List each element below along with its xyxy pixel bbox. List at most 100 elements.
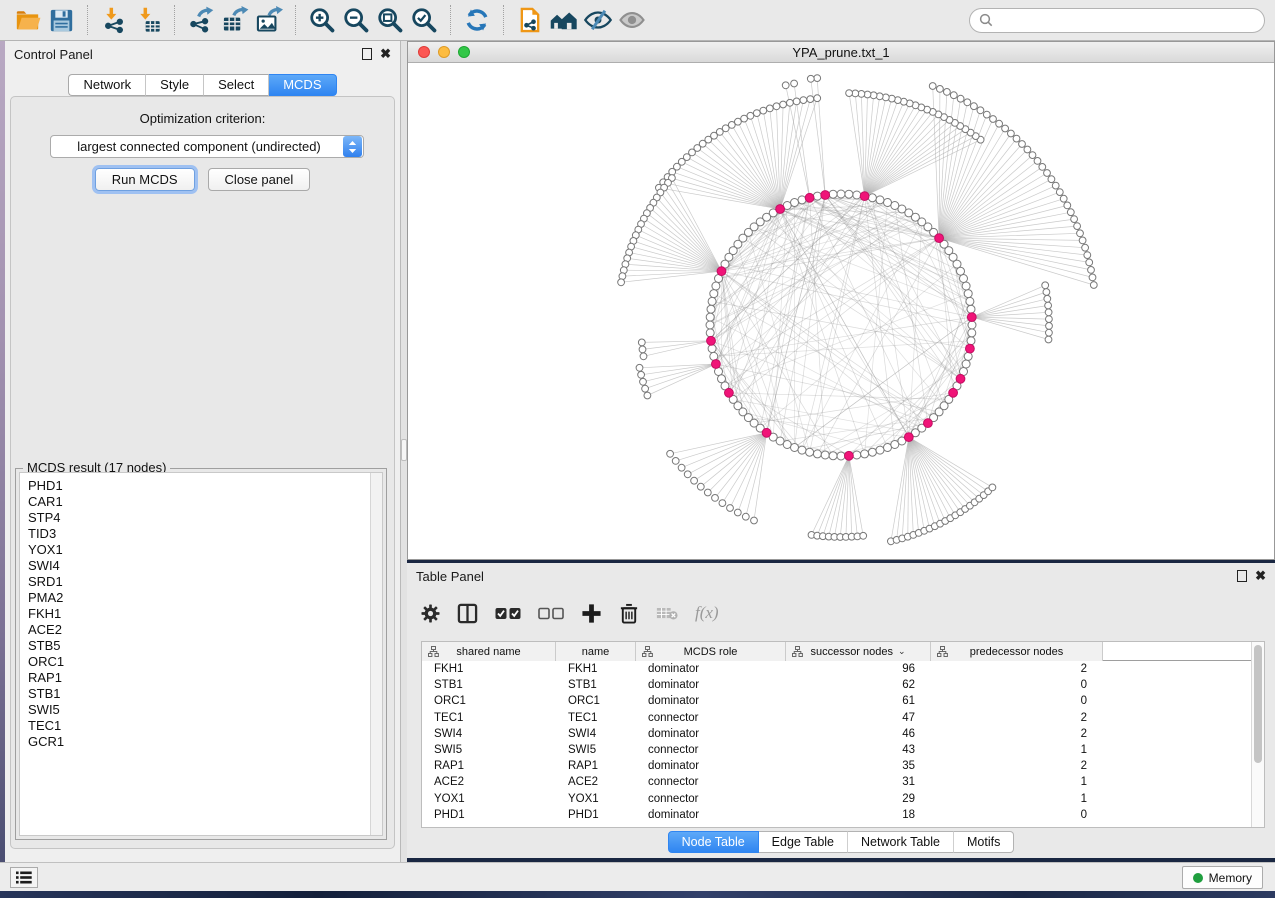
mcds-hub-node[interactable] <box>949 388 958 397</box>
cell-successor_nodes[interactable]: 96 <box>786 663 931 675</box>
table-row[interactable]: STB1STB1dominator620 <box>422 677 1251 693</box>
network-edge[interactable] <box>872 379 960 452</box>
network-node[interactable] <box>1088 267 1095 274</box>
network-node[interactable] <box>884 199 892 207</box>
network-edge[interactable] <box>865 140 981 196</box>
network-node[interactable] <box>814 75 821 82</box>
cell-shared_name[interactable]: SWI4 <box>422 728 556 740</box>
cell-successor_nodes[interactable]: 47 <box>786 712 931 724</box>
network-node[interactable] <box>989 484 996 491</box>
tab-mcds[interactable]: MCDS <box>269 74 336 96</box>
network-node[interactable] <box>957 95 964 102</box>
network-node[interactable] <box>837 452 845 460</box>
deselect-all-icon[interactable] <box>538 607 564 620</box>
network-edge[interactable] <box>909 437 961 512</box>
network-node[interactable] <box>968 321 976 329</box>
cell-successor_nodes[interactable]: 35 <box>786 760 931 772</box>
cell-name[interactable]: YOX1 <box>556 793 636 805</box>
mcds-hub-node[interactable] <box>707 336 716 345</box>
tab-motifs[interactable]: Motifs <box>954 831 1014 853</box>
table-row[interactable]: RAP1RAP1dominator352 <box>422 758 1251 774</box>
network-node[interactable] <box>1086 259 1093 266</box>
delete-column-icon[interactable] <box>656 606 678 621</box>
network-node[interactable] <box>929 83 936 90</box>
network-edge[interactable] <box>722 271 928 423</box>
cell-mcds_role[interactable]: dominator <box>636 679 786 691</box>
scrollbar-thumb[interactable] <box>1254 645 1262 763</box>
cell-name[interactable]: PHD1 <box>556 809 636 821</box>
cell-mcds_role[interactable]: connector <box>636 744 786 756</box>
network-node[interactable] <box>678 464 685 471</box>
network-node[interactable] <box>944 89 951 96</box>
network-node[interactable] <box>1071 216 1078 223</box>
add-icon[interactable] <box>581 603 602 624</box>
result-item[interactable]: SWI5 <box>28 702 382 718</box>
network-node[interactable] <box>640 378 647 385</box>
network-node[interactable] <box>1082 244 1089 251</box>
columns-icon[interactable] <box>457 603 478 624</box>
open-session-icon[interactable] <box>10 4 44 36</box>
network-node[interactable] <box>1045 309 1052 316</box>
network-file-icon[interactable] <box>513 4 547 36</box>
network-edge[interactable] <box>738 122 780 209</box>
result-item[interactable]: TEC1 <box>28 718 382 734</box>
cell-mcds_role[interactable]: dominator <box>636 695 786 707</box>
network-node[interactable] <box>760 107 767 114</box>
network-node[interactable] <box>1044 295 1051 302</box>
table-row[interactable]: ORC1ORC1dominator610 <box>422 693 1251 709</box>
network-node[interactable] <box>793 98 800 105</box>
cell-shared_name[interactable]: SWI5 <box>422 744 556 756</box>
tab-edge-table[interactable]: Edge Table <box>759 831 848 853</box>
network-node[interactable] <box>691 477 698 484</box>
result-item[interactable]: ACE2 <box>28 622 382 638</box>
network-node[interactable] <box>1046 316 1053 323</box>
network-node[interactable] <box>727 505 734 512</box>
network-node[interactable] <box>853 191 861 199</box>
network-node[interactable] <box>1060 195 1067 202</box>
network-node[interactable] <box>990 116 997 123</box>
cell-name[interactable]: SWI5 <box>556 744 636 756</box>
network-node[interactable] <box>977 107 984 114</box>
float-panel-icon[interactable] <box>362 48 372 60</box>
network-node[interactable] <box>644 392 651 399</box>
import-table-icon[interactable] <box>131 4 165 36</box>
cell-name[interactable]: RAP1 <box>556 760 636 772</box>
network-node[interactable] <box>845 190 853 198</box>
select-all-icon[interactable] <box>495 607 521 620</box>
cell-successor_nodes[interactable]: 46 <box>786 728 931 740</box>
cell-mcds_role[interactable]: connector <box>636 776 786 788</box>
network-edge[interactable] <box>760 264 957 428</box>
network-node[interactable] <box>706 313 714 321</box>
result-item[interactable]: YOX1 <box>28 542 382 558</box>
network-node[interactable] <box>962 360 970 368</box>
cell-name[interactable]: ORC1 <box>556 695 636 707</box>
network-node[interactable] <box>706 329 714 337</box>
network-graph[interactable] <box>408 63 1274 559</box>
network-edge[interactable] <box>692 152 780 209</box>
network-node[interactable] <box>706 321 714 329</box>
result-item[interactable]: FKH1 <box>28 606 382 622</box>
result-item[interactable]: ORC1 <box>28 654 382 670</box>
network-node[interactable] <box>1042 282 1049 289</box>
network-node[interactable] <box>787 99 794 106</box>
cell-mcds_role[interactable]: connector <box>636 793 786 805</box>
tab-network-table[interactable]: Network Table <box>848 831 954 853</box>
table-scrollbar[interactable] <box>1251 642 1264 827</box>
network-edge[interactable] <box>897 437 909 540</box>
save-session-icon[interactable] <box>44 4 78 36</box>
float-panel-icon[interactable] <box>1237 570 1247 582</box>
network-node[interactable] <box>747 112 754 119</box>
cell-shared_name[interactable]: TEC1 <box>422 712 556 724</box>
tab-node-table[interactable]: Node Table <box>668 831 759 853</box>
cell-shared_name[interactable]: RAP1 <box>422 760 556 772</box>
cell-successor_nodes[interactable]: 43 <box>786 744 931 756</box>
cell-shared_name[interactable]: FKH1 <box>422 663 556 675</box>
mcds-hub-node[interactable] <box>717 267 726 276</box>
network-node[interactable] <box>967 337 975 345</box>
mcds-hub-node[interactable] <box>860 192 869 201</box>
network-node[interactable] <box>684 471 691 478</box>
network-edge[interactable] <box>972 306 1048 318</box>
network-node[interactable] <box>697 483 704 490</box>
network-node[interactable] <box>640 353 647 360</box>
network-node[interactable] <box>783 441 791 449</box>
